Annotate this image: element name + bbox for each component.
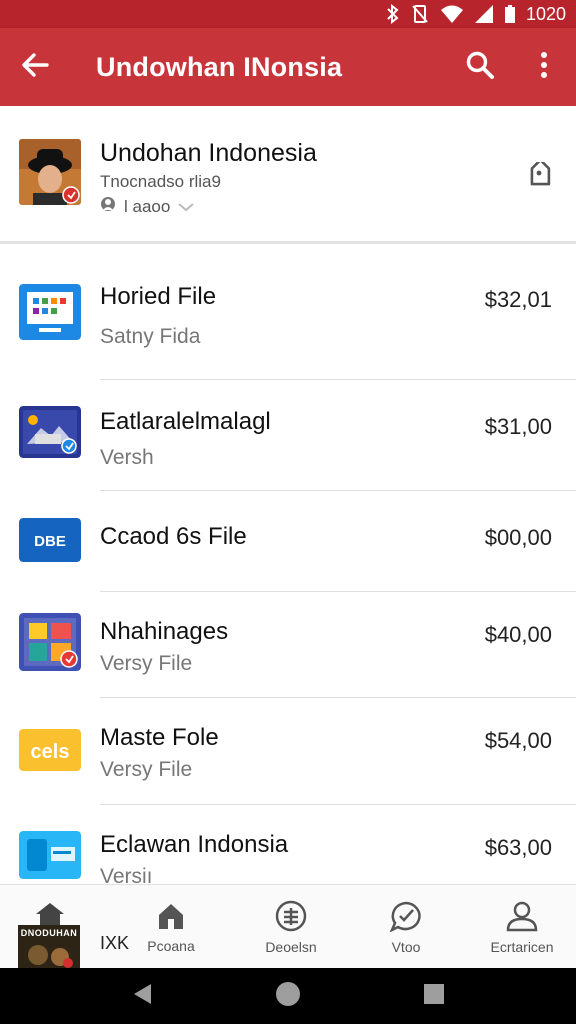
app-bar: Undowhan INonsia [0, 28, 576, 106]
nav-back-icon [131, 982, 153, 1011]
bottom-navigation: DNODUHAN IXK Pcoana Deoelsn Vtoo Ecrtari… [0, 884, 576, 969]
images-app-icon [19, 613, 81, 671]
list-item-price: $40,00 [484, 622, 552, 647]
publisher-name: Undohan Indonesia [100, 139, 317, 167]
dbe-icon-label: DBE [34, 533, 66, 550]
list-item-title: Eatlaralelmalagl [100, 408, 271, 435]
list-item-price: $31,00 [484, 414, 552, 439]
cyan-app-icon [19, 831, 81, 879]
nav-item-pcoana[interactable]: Pcoana [134, 885, 208, 969]
blue-app-icon [19, 284, 81, 340]
arrow-back-icon [20, 50, 50, 85]
system-home-button[interactable] [258, 968, 318, 1024]
list-item-title: Ccaod 6s File [100, 523, 247, 550]
list-item-subtitle: Satny Fida [100, 325, 201, 348]
list-item-subtitle: Versy File [100, 758, 193, 781]
publisher-subtitle: Tnocnadso rlia9 [100, 172, 221, 191]
list-circle-icon [275, 900, 307, 935]
publisher-meta: l aaoo [100, 196, 194, 217]
dbe-app-icon: DBE [19, 518, 81, 562]
list-item[interactable]: Eclawan Indonsia Versiı $63,00 [0, 805, 576, 888]
chevron-down-icon [178, 197, 194, 217]
yellow-icon-label: cels [31, 741, 70, 763]
chat-check-icon [389, 900, 423, 935]
wifi-icon [440, 4, 464, 24]
status-time: 1020 [525, 3, 566, 24]
profile-label: IXK [100, 933, 130, 953]
list-item-subtitle: Versh [100, 446, 154, 469]
nav-item-ecrtaricen[interactable]: Ecrtaricen [470, 885, 574, 969]
yellow-app-icon: cels [19, 729, 81, 771]
nav-item-deoelsn[interactable]: Deoelsn [248, 885, 334, 969]
nav-home-icon [275, 981, 301, 1012]
list-item-price: $54,00 [484, 728, 552, 753]
nav-item-label: Vtoo [391, 938, 421, 955]
list-item[interactable]: cels Maste Fole Versy File $54,00 [0, 698, 576, 805]
more-options-button[interactable] [512, 28, 576, 106]
tag-icon [524, 158, 554, 197]
list-item[interactable]: Eatlaralelmalagl Versh $31,00 [0, 380, 576, 491]
signal-icon [474, 4, 494, 24]
battery-icon [504, 4, 516, 24]
list-item-price: $00,00 [484, 525, 552, 550]
nav-item-label: Pcoana [147, 937, 195, 954]
profile-thumbnail-label: DNODUHAN [20, 928, 78, 938]
publisher-avatar [19, 139, 81, 205]
publisher-meta-text: l aaoo [124, 196, 171, 216]
status-bar: 1020 [0, 0, 576, 28]
list-item-title: Nhahinages [100, 618, 229, 645]
list-item-title: Horied File [100, 283, 217, 310]
publisher-header[interactable]: Undohan Indonesia Tnocnadso rlia9 l aaoo [0, 106, 576, 244]
list-item-price: $32,01 [484, 287, 552, 312]
search-icon [464, 49, 496, 86]
home-icon [156, 901, 186, 934]
user-icon [100, 196, 116, 217]
list-item[interactable]: DBE Ccaod 6s File $00,00 [0, 491, 576, 592]
system-navigation-bar [0, 968, 576, 1024]
app-bar-title: Undowhan INonsia [96, 51, 343, 82]
nav-recents-icon [423, 983, 445, 1010]
nav-item-vtoo[interactable]: Vtoo [366, 885, 446, 969]
profile-overlay[interactable]: DNODUHAN IXK [18, 901, 138, 969]
system-recents-button[interactable] [404, 968, 464, 1024]
list-item[interactable]: Nhahinages Versy File $40,00 [0, 592, 576, 698]
profile-thumbnail: DNODUHAN [18, 925, 80, 969]
back-button[interactable] [0, 28, 70, 106]
tag-button[interactable] [520, 158, 558, 198]
search-button[interactable] [448, 28, 512, 106]
system-back-button[interactable] [112, 968, 172, 1024]
list-item-price: $63,00 [484, 835, 552, 860]
list-item-subtitle: Versy File [100, 652, 193, 675]
list-item-title: Maste Fole [100, 724, 219, 751]
nav-item-label: Ecrtaricen [490, 938, 554, 955]
vibrate-icon [410, 4, 430, 24]
person-icon [505, 900, 539, 935]
more-vert-icon [539, 50, 549, 85]
list-item[interactable]: Horied File Satny Fida $32,01 [0, 247, 576, 380]
nav-item-label: Deoelsn [265, 938, 317, 955]
image-app-icon [19, 406, 81, 458]
bluetooth-icon [386, 4, 400, 24]
list-item-title: Eclawan Indonsia [100, 831, 289, 858]
